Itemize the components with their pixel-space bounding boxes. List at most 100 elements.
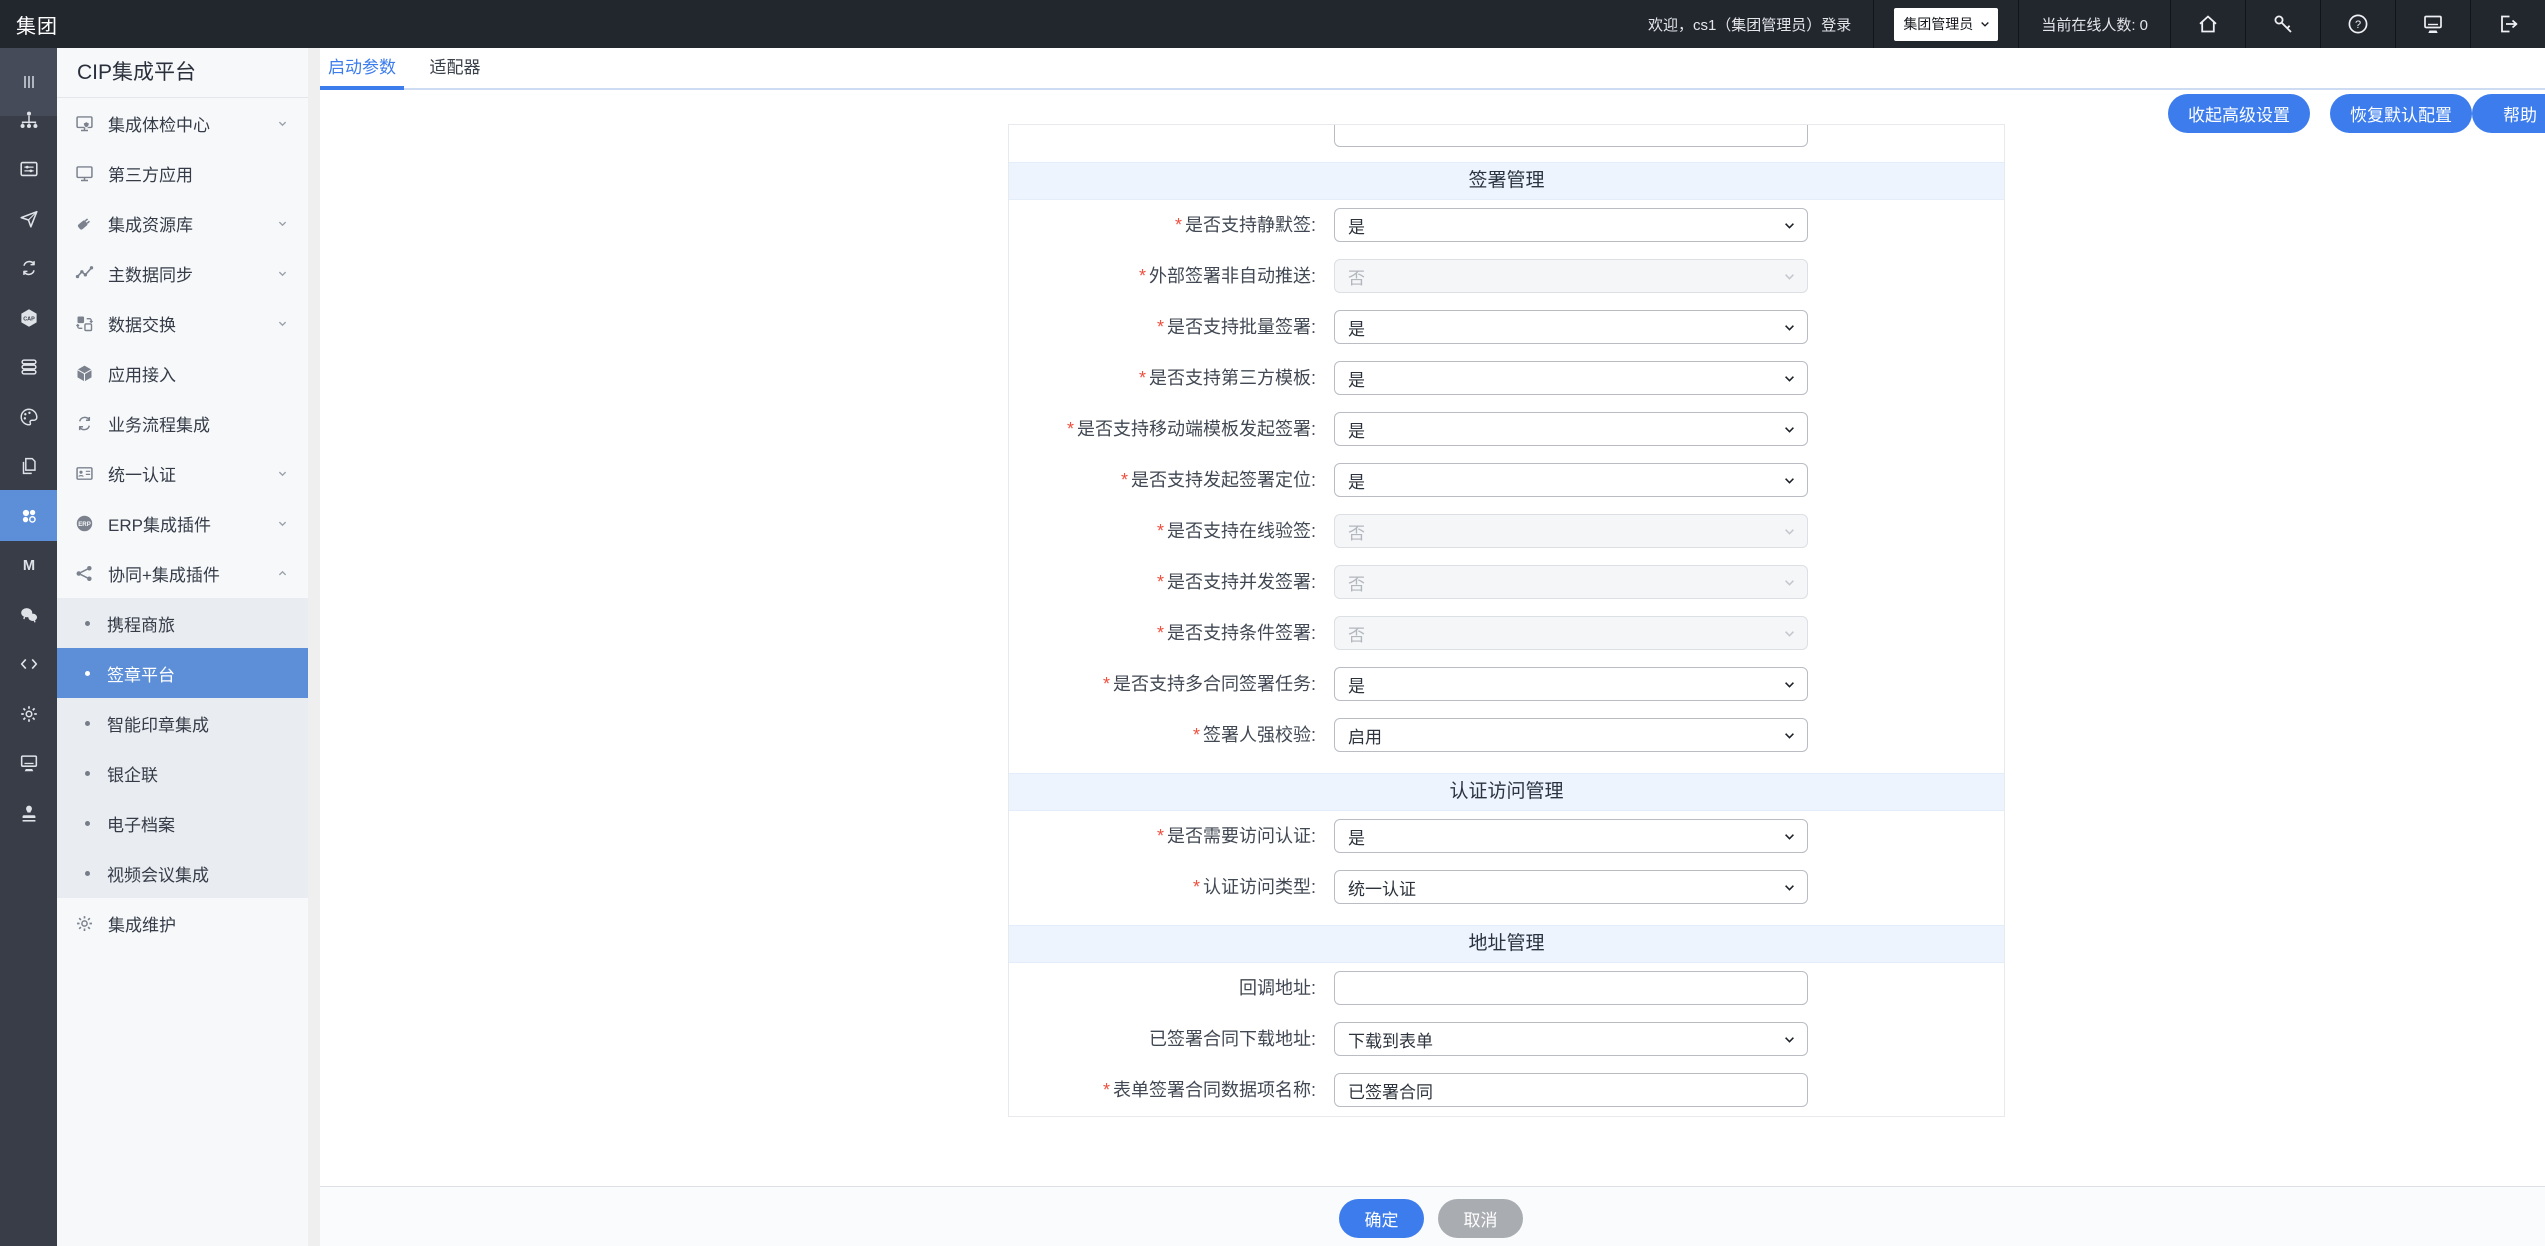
sidebar-subitem-银企联[interactable]: 银企联 xyxy=(57,748,308,798)
field-value: 是 xyxy=(1348,824,1365,849)
field-value: 是 xyxy=(1348,468,1365,493)
section-header-地址管理: 地址管理 xyxy=(1009,925,2004,963)
role-select[interactable]: 集团管理员 xyxy=(1894,8,1998,41)
sidebar-subitem-携程商旅[interactable]: 携程商旅 xyxy=(57,598,308,648)
sidebar-subitem-智能印章集成[interactable]: 智能印章集成 xyxy=(57,698,308,748)
action-button-帮助[interactable]: 帮助 xyxy=(2472,94,2545,133)
sidebar-item-第三方应用[interactable]: 第三方应用 xyxy=(57,148,308,198)
erp-badge-icon: ERP xyxy=(74,513,95,534)
field-input[interactable]: 已签署合同 xyxy=(1334,1073,1808,1107)
field-select[interactable]: 下载到表单 xyxy=(1334,1022,1808,1056)
form-field-row: *是否支持并发签署:否 xyxy=(1009,557,2004,608)
required-asterisk: * xyxy=(1139,368,1146,388)
field-select[interactable]: 是 xyxy=(1334,412,1808,446)
field-value: 是 xyxy=(1348,366,1365,391)
sidebar-item-主数据同步[interactable]: 主数据同步 xyxy=(57,248,308,298)
rail-item-send[interactable] xyxy=(0,199,57,239)
rail-item-stamp[interactable] xyxy=(0,793,57,833)
gear-icon xyxy=(74,913,95,934)
sidebar-subitem-签章平台[interactable]: 签章平台 xyxy=(57,648,308,698)
cancel-button[interactable]: 取消 xyxy=(1438,1199,1523,1238)
select-caret-icon xyxy=(1781,268,1798,285)
sidebar-item-集成体检中心[interactable]: 集成体检中心 xyxy=(57,98,308,148)
sidebar-item-集成资源库[interactable]: 集成资源库 xyxy=(57,198,308,248)
field-select[interactable]: 是 xyxy=(1334,208,1808,242)
field-select[interactable]: 统一认证 xyxy=(1334,870,1808,904)
sidebar-item-应用接入[interactable]: 应用接入 xyxy=(57,348,308,398)
field-label: *是否支持静默签: xyxy=(1009,200,1316,251)
sidebar-subitem-电子档案[interactable]: 电子档案 xyxy=(57,798,308,848)
sidebar-menu: 集成体检中心第三方应用集成资源库主数据同步数据交换应用接入业务流程集成统一认证E… xyxy=(57,98,308,948)
field-input[interactable] xyxy=(1334,971,1808,1005)
field-value: 已签署合同 xyxy=(1348,1078,1433,1103)
field-select[interactable]: 是 xyxy=(1334,361,1808,395)
select-caret-icon xyxy=(1781,625,1798,642)
rail-item-data-stack[interactable] xyxy=(0,347,57,387)
sidebar-item-集成维护[interactable]: 集成维护 xyxy=(57,898,308,948)
rail-item-org-chart[interactable] xyxy=(0,100,57,140)
sidebar-item-ERP集成插件[interactable]: ERPERP集成插件 xyxy=(57,498,308,548)
exchange-icon xyxy=(74,313,95,334)
bullet-icon xyxy=(85,771,90,776)
action-button-收起高级设置[interactable]: 收起高级设置 xyxy=(2168,94,2310,133)
sidebar-item-业务流程集成[interactable]: 业务流程集成 xyxy=(57,398,308,448)
sidebar-subitem-label: 银企联 xyxy=(107,761,158,786)
action-button-恢复默认配置[interactable]: 恢复默认配置 xyxy=(2330,94,2472,133)
rail-item-terminal[interactable] xyxy=(0,743,57,783)
field-select[interactable]: 是 xyxy=(1334,819,1808,853)
field-select[interactable]: 是 xyxy=(1334,310,1808,344)
sidebar-title: CIP集成平台 xyxy=(57,48,308,98)
rail-item-gear[interactable] xyxy=(0,694,57,734)
gear-icon xyxy=(18,703,40,725)
rail-item-documents[interactable] xyxy=(0,446,57,486)
tab-适配器[interactable]: 适配器 xyxy=(419,48,491,88)
rail-item-wechat[interactable] xyxy=(0,595,57,635)
rail-item-m-letter[interactable]: M xyxy=(0,545,57,585)
select-caret-icon xyxy=(1781,879,1798,896)
field-select[interactable]: 是 xyxy=(1334,463,1808,497)
rail-item-palette[interactable] xyxy=(0,397,57,437)
select-caret-icon xyxy=(1781,676,1798,693)
rail-item-control-panel[interactable] xyxy=(0,149,57,189)
rail-item-process-loop[interactable] xyxy=(0,248,57,288)
bullet-icon xyxy=(85,721,90,726)
form-field-row: *是否需要访问认证:是 xyxy=(1009,811,2004,862)
sidebar-item-label: 集成维护 xyxy=(108,911,176,936)
required-asterisk: * xyxy=(1121,470,1128,490)
logout-button[interactable] xyxy=(2471,0,2545,48)
form-field-row: *是否支持发起签署定位:是 xyxy=(1009,455,2004,506)
sidebar-item-数据交换[interactable]: 数据交换 xyxy=(57,298,308,348)
divider xyxy=(2018,0,2019,48)
rail-item-apps-clover[interactable] xyxy=(0,490,57,541)
sidebar-subitem-视频会议集成[interactable]: 视频会议集成 xyxy=(57,848,308,898)
chevron-down-icon xyxy=(275,466,290,481)
documents-icon xyxy=(18,455,40,477)
cap-badge-icon: CAP xyxy=(18,307,40,329)
home-button[interactable] xyxy=(2171,0,2245,48)
sidebar-item-协同+集成插件[interactable]: 协同+集成插件 xyxy=(57,548,308,598)
field-select[interactable]: 是 xyxy=(1334,667,1808,701)
rail-item-code[interactable] xyxy=(0,644,57,684)
svg-text:?: ? xyxy=(2355,19,2361,31)
select-caret-icon xyxy=(1781,217,1798,234)
clipped-select[interactable] xyxy=(1334,124,1808,147)
help-button[interactable]: ? xyxy=(2321,0,2395,48)
form-field-row: 已签署合同下载地址:下载到表单 xyxy=(1009,1014,2004,1065)
form-field-row: *外部签署非自动推送:否 xyxy=(1009,251,2004,302)
field-value: 否 xyxy=(1348,570,1365,595)
sidebar-item-统一认证[interactable]: 统一认证 xyxy=(57,448,308,498)
confirm-button[interactable]: 确定 xyxy=(1339,1199,1424,1238)
sidebar-subitem-label: 签章平台 xyxy=(107,661,175,686)
rail-item-cap-badge[interactable]: CAP xyxy=(0,298,57,338)
select-caret-icon xyxy=(1781,472,1798,489)
sync-data-icon xyxy=(74,263,95,284)
field-select[interactable]: 启用 xyxy=(1334,718,1808,752)
terminal-icon xyxy=(18,752,40,774)
field-value: 是 xyxy=(1348,672,1365,697)
key-button[interactable] xyxy=(2246,0,2320,48)
select-caret-icon xyxy=(1781,625,1798,642)
terminal-button[interactable] xyxy=(2396,0,2470,48)
stamp-icon xyxy=(18,802,40,824)
top-bar-right: 欢迎，cs1（集团管理员）登录 集团管理员 当前在线人数: 0 ? xyxy=(1626,0,2545,48)
tab-启动参数[interactable]: 启动参数 xyxy=(320,48,404,88)
